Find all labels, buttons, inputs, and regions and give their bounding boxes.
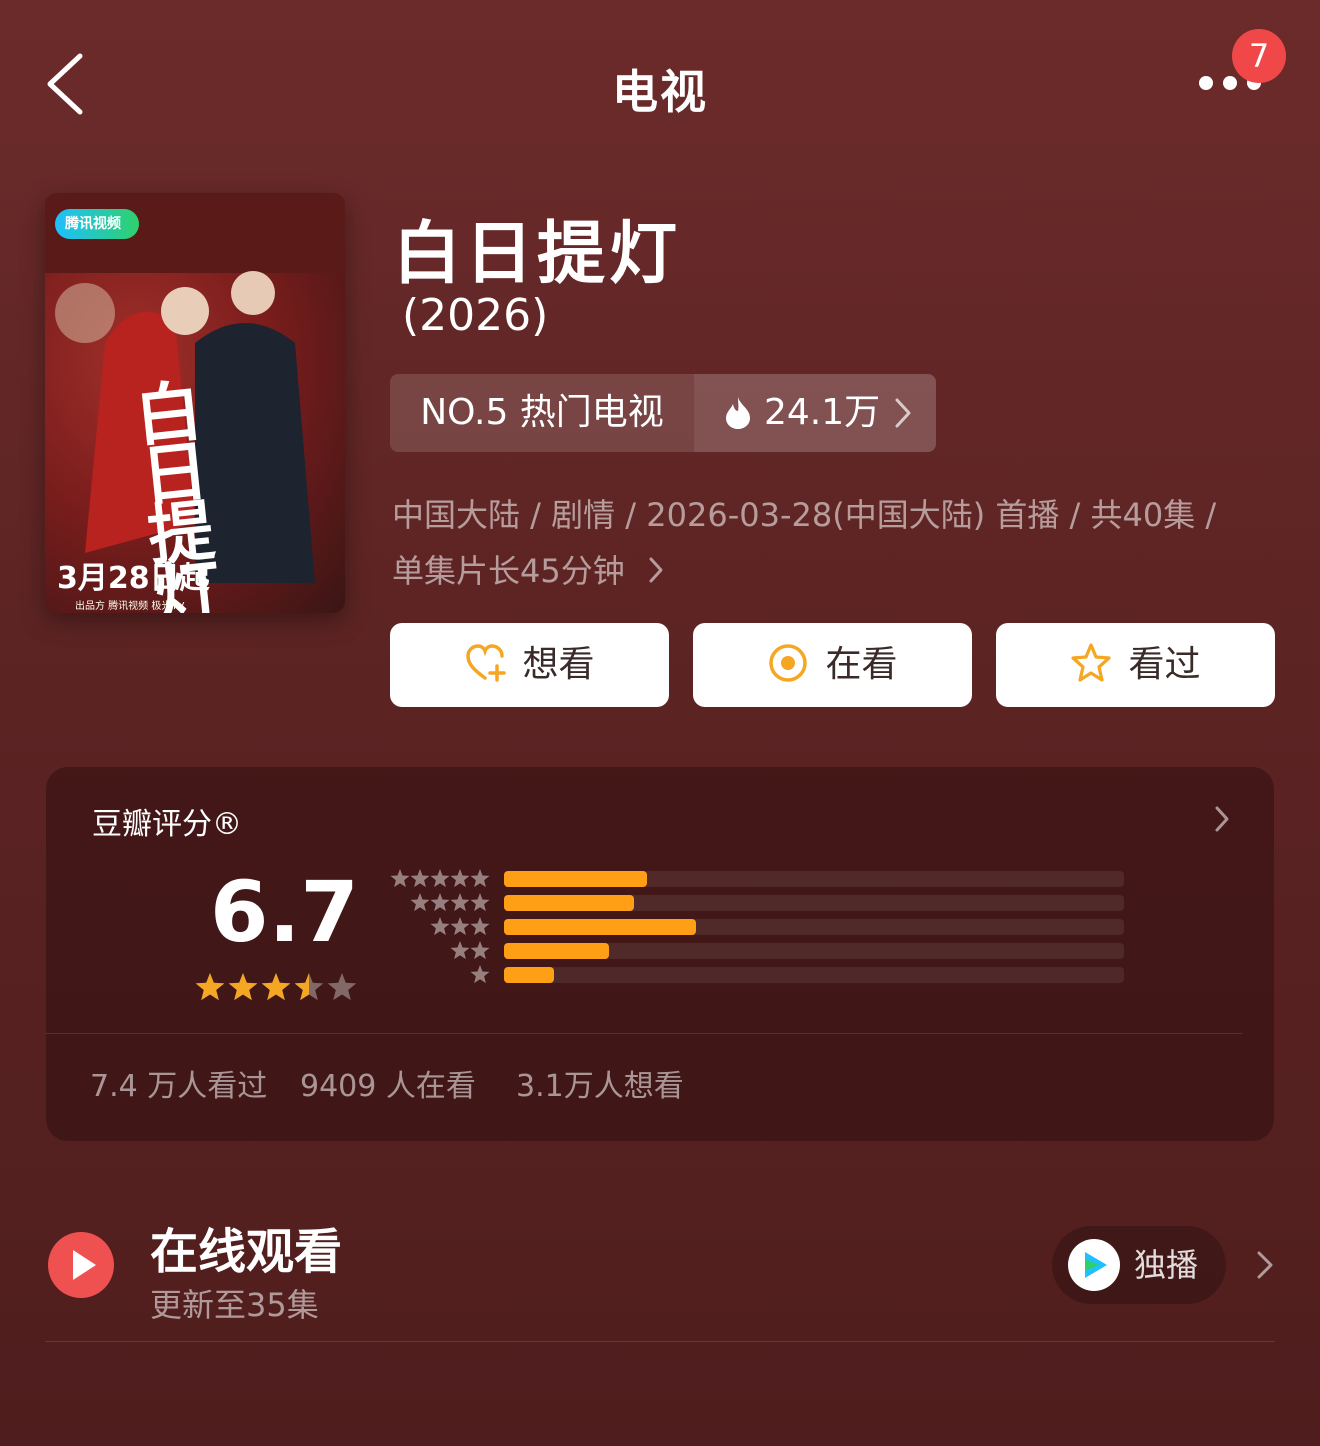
distribution-bar-fill bbox=[504, 967, 554, 983]
exclusive-platform-pill[interactable]: 独播 bbox=[1052, 1226, 1226, 1304]
distribution-stars-icon bbox=[390, 869, 490, 888]
distribution-bar-track bbox=[504, 967, 1124, 983]
notification-badge: 7 bbox=[1232, 29, 1286, 83]
want-count: 3.1万人想看 bbox=[516, 1069, 684, 1104]
poster-platform-logo: 腾讯视频 bbox=[55, 209, 139, 239]
rating-stars bbox=[195, 973, 357, 1001]
show-title: 白日提灯 bbox=[393, 215, 682, 294]
watched-count: 7.4 万人看过 bbox=[90, 1069, 268, 1104]
rating-distribution-row bbox=[384, 963, 1164, 987]
chevron-right-icon[interactable] bbox=[1256, 1250, 1274, 1280]
online-watch-title[interactable]: 在线观看 bbox=[150, 1212, 342, 1282]
distribution-bar-fill bbox=[504, 943, 610, 959]
heat-value: 24.1万 bbox=[764, 392, 881, 433]
heat-section[interactable]: 24.1万 bbox=[694, 374, 936, 452]
online-watch-subtitle: 更新至35集 bbox=[150, 1286, 319, 1324]
target-icon bbox=[769, 644, 808, 682]
rank-banner[interactable]: NO.5 热门电视 24.1万 bbox=[390, 374, 936, 452]
tencent-video-icon bbox=[1068, 1239, 1120, 1291]
rating-star-filled bbox=[228, 973, 258, 1001]
poster-date: 3月28日起 bbox=[57, 561, 210, 596]
distribution-bar-fill bbox=[504, 895, 635, 911]
rating-distribution-row bbox=[384, 939, 1164, 963]
distribution-bar-fill bbox=[504, 919, 697, 935]
show-meta-line2[interactable]: 单集片长45分钟 bbox=[392, 546, 625, 592]
fire-icon bbox=[726, 397, 750, 429]
watching-button[interactable]: 在看 bbox=[693, 623, 972, 707]
rating-distribution-row bbox=[384, 891, 1164, 915]
rating-star-empty bbox=[327, 973, 357, 1001]
divider bbox=[46, 1033, 1242, 1034]
exclusive-label: 独播 bbox=[1134, 1246, 1199, 1284]
rank-label: NO.5 热门电视 bbox=[420, 392, 664, 433]
want-button[interactable]: 想看 bbox=[390, 623, 669, 707]
rating-distribution-row bbox=[384, 867, 1164, 891]
poster-image[interactable]: 腾讯视频 白日提灯 3月28日起 出品方 腾讯视频 极光TV bbox=[45, 193, 345, 613]
play-icon bbox=[73, 1250, 96, 1280]
distribution-stars-icon bbox=[450, 941, 490, 960]
watching-count: 9409 人在看 bbox=[300, 1069, 476, 1104]
distribution-stars-icon bbox=[470, 965, 490, 984]
rating-distribution-row bbox=[384, 915, 1164, 939]
distribution-bar-fill bbox=[504, 871, 647, 887]
rating-card[interactable]: 豆瓣评分® 6.7 7.4 万人看过 9409 人在看 3.1万人想看 bbox=[46, 767, 1274, 1141]
watched-label: 看过 bbox=[1128, 644, 1201, 685]
show-year: (2026) bbox=[402, 290, 549, 341]
page-title: 电视 bbox=[612, 65, 708, 119]
section-divider bbox=[45, 1341, 1275, 1342]
distribution-stars-icon bbox=[410, 893, 490, 912]
rating-star-filled bbox=[261, 973, 291, 1001]
rating-title: 豆瓣评分® bbox=[92, 807, 242, 842]
chevron-right-icon[interactable] bbox=[1214, 805, 1230, 833]
poster-footer: 出品方 腾讯视频 极光TV bbox=[75, 601, 185, 612]
star-outline-icon bbox=[1071, 643, 1112, 682]
play-button[interactable] bbox=[48, 1232, 114, 1298]
rating-score: 6.7 bbox=[210, 863, 359, 961]
watching-label: 在看 bbox=[825, 644, 898, 685]
watched-button[interactable]: 看过 bbox=[996, 623, 1275, 707]
rating-star-filled bbox=[195, 973, 225, 1001]
chevron-right-icon bbox=[895, 398, 911, 428]
show-meta-line1: 中国大陆 / 剧情 / 2026-03-28(中国大陆) 首播 / 共40集 / bbox=[392, 496, 1217, 534]
chevron-right-icon[interactable] bbox=[648, 556, 664, 584]
want-label: 想看 bbox=[522, 644, 595, 685]
heart-plus-icon bbox=[466, 644, 507, 682]
distribution-stars-icon bbox=[430, 917, 490, 936]
